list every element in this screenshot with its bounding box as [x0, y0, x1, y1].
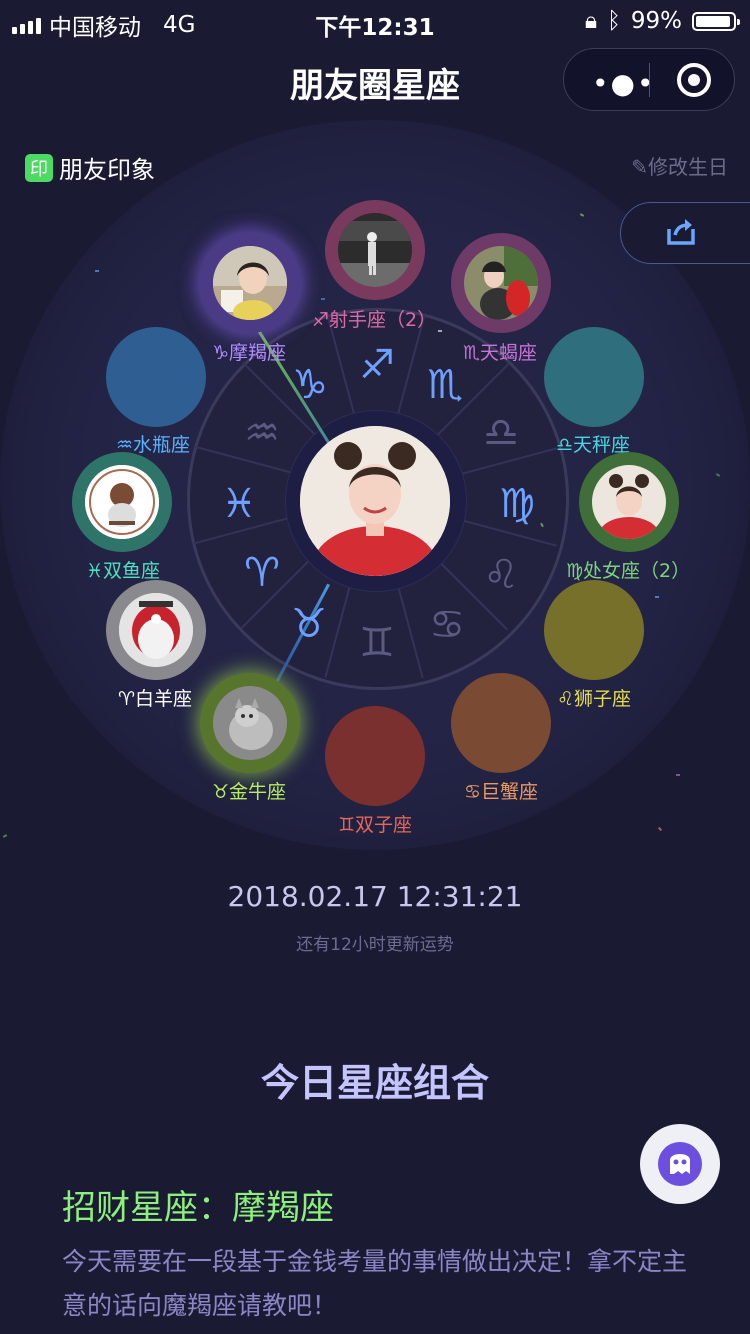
miniprogram-capsule: •●• [563, 48, 735, 111]
sign-node-aquarius[interactable] [106, 327, 206, 427]
status-bar: 中国移动 4G 下午12:31 🔒︎ ᛒ 99% [0, 0, 750, 42]
friend-avatar [119, 593, 193, 667]
update-countdown: 还有12小时更新运势 [296, 935, 454, 955]
my-avatar[interactable] [300, 426, 450, 576]
sign-label-scorpio: ♏天蝎座 [463, 342, 538, 364]
aries-glyph: ♈ [244, 550, 280, 596]
record-target-icon[interactable] [677, 63, 711, 97]
rotation-lock-icon: 🔒︎ [584, 8, 598, 34]
sign-node-taurus[interactable] [200, 673, 300, 773]
friend-avatar [213, 246, 287, 320]
bluetooth-icon: ᛒ [607, 8, 621, 34]
friend-avatar [592, 465, 666, 539]
friend-avatar [464, 246, 538, 320]
sagittarius-glyph: ♐ [359, 342, 395, 388]
impression-badge-icon: 印 [25, 153, 53, 182]
sign-node-gemini[interactable] [325, 706, 425, 806]
pisces-glyph: ♓ [221, 481, 257, 527]
sign-label-sagittarius: ♐射手座（2） [312, 309, 437, 331]
sign-label-taurus: ♉金牛座 [212, 781, 287, 803]
virgo-glyph: ♍ [499, 481, 535, 527]
confetti [95, 270, 99, 272]
libra-glyph: ♎ [483, 410, 519, 456]
confetti [321, 298, 325, 300]
sign-label-capricorn: ♑摩羯座 [212, 342, 287, 364]
capricorn-glyph: ♑ [292, 362, 328, 408]
share-icon [667, 219, 695, 245]
confetti [676, 774, 680, 776]
confetti [655, 596, 659, 598]
more-dots-icon[interactable]: •●• [592, 67, 655, 100]
gemini-glyph: ♊ [359, 620, 395, 666]
section-title: 今日星座组合 [260, 1061, 489, 1105]
sign-label-virgo: ♍处女座（2） [566, 560, 691, 582]
sign-label-cancer: ♋巨蟹座 [464, 781, 539, 803]
scorpio-glyph: ♏ [427, 362, 463, 408]
impression-label: 朋友印象 [59, 156, 155, 184]
sign-label-leo: ♌狮子座 [557, 688, 632, 710]
sign-label-gemini: ♊双子座 [338, 814, 413, 836]
sign-node-sagittarius[interactable] [325, 200, 425, 300]
sign-node-aries[interactable] [106, 580, 206, 680]
friend-impression-link[interactable]: 印 朋友印象 [25, 150, 155, 185]
battery-percent: 99% [630, 8, 682, 34]
aquarius-glyph: ♒ [244, 410, 280, 456]
sign-node-libra[interactable] [544, 327, 644, 427]
sign-node-virgo[interactable] [579, 452, 679, 552]
sign-node-cancer[interactable] [451, 673, 551, 773]
sign-node-scorpio[interactable] [451, 233, 551, 333]
edit-birthday-link[interactable]: ✎修改生日 [631, 151, 728, 180]
sign-label-aries: ♈白羊座 [118, 688, 193, 710]
cancer-glyph: ♋ [429, 602, 465, 648]
sign-node-capricorn[interactable] [200, 233, 300, 333]
friend-avatar [338, 213, 412, 287]
sign-label-pisces: ♓双鱼座 [86, 560, 161, 582]
chat-assistant-button[interactable] [640, 1124, 720, 1204]
current-datetime: 2018.02.17 12:31:21 [227, 880, 523, 913]
fortune-description: 今天需要在一段基于金钱考量的事情做出决定！拿不定主意的话向魔羯座请教吧！ [62, 1247, 688, 1320]
friend-avatar [213, 686, 287, 760]
sign-node-leo[interactable] [544, 580, 644, 680]
taurus-glyph: ♉ [291, 601, 327, 647]
pencil-icon: ✎ [631, 155, 648, 179]
share-button[interactable] [620, 202, 750, 264]
sign-node-pisces[interactable] [72, 452, 172, 552]
battery-icon [692, 11, 740, 31]
friend-avatar [85, 465, 159, 539]
leo-glyph: ♌ [483, 552, 519, 598]
confetti [438, 330, 442, 332]
fortune-title: 招财星座：摩羯座 [62, 1188, 334, 1228]
person-photo [300, 426, 450, 576]
confetti [657, 826, 663, 832]
ghost-chat-icon [658, 1142, 702, 1186]
confetti [2, 834, 8, 838]
